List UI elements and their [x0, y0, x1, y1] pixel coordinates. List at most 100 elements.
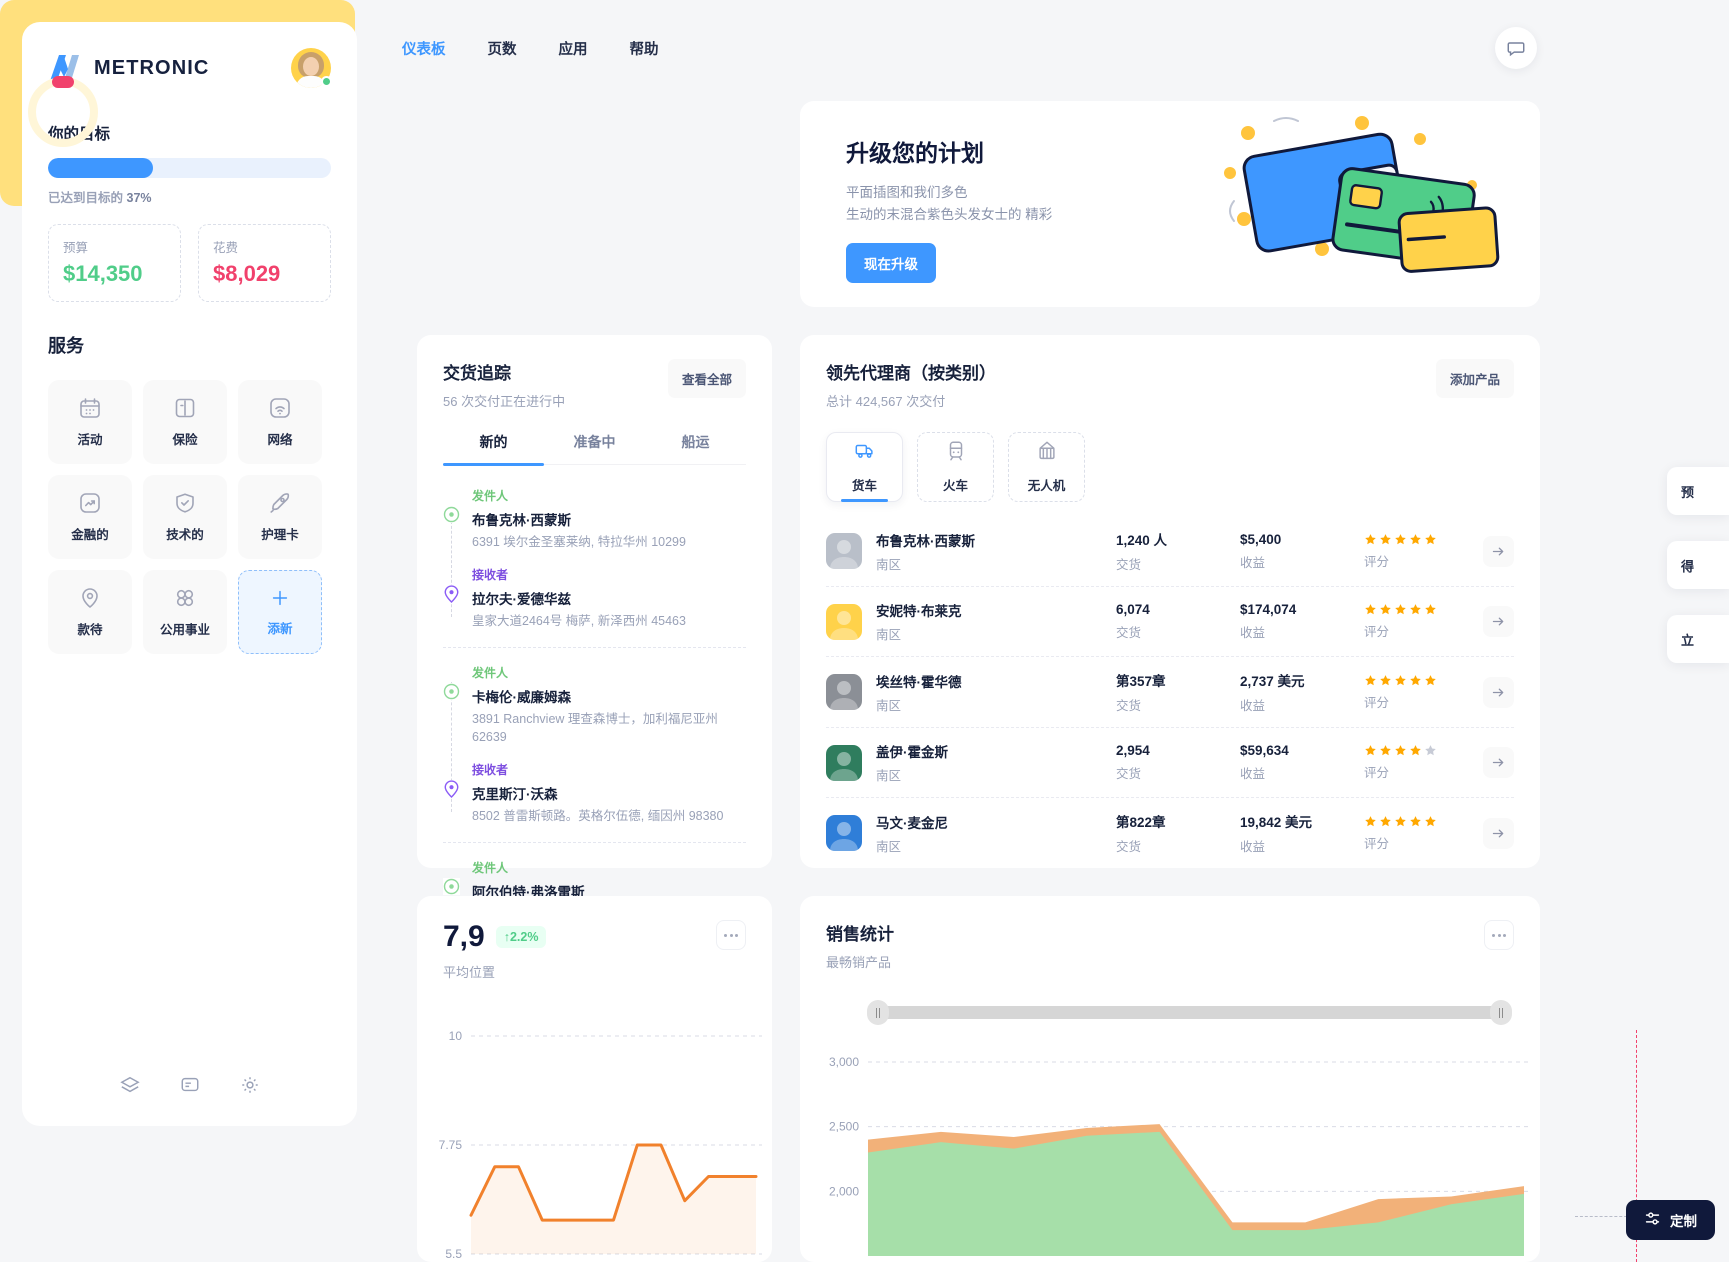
nav-item-帮助[interactable]: 帮助 — [628, 34, 661, 63]
segment-无人机[interactable]: 无人机 — [1008, 432, 1085, 502]
star-icon — [1365, 674, 1376, 685]
service-tile-公用事业[interactable]: 公用事业 — [143, 570, 227, 654]
service-tile-护理卡[interactable]: 护理卡 — [238, 475, 322, 559]
nav-item-页数[interactable]: 页数 — [486, 34, 519, 63]
agent-row[interactable]: 安妮特·布莱克 南区 6,074 交货 $174,074 收益 评分 — [826, 586, 1514, 656]
agent-identity: 盖伊·霍金斯 南区 — [876, 741, 1116, 784]
service-tile-label: 金融的 — [71, 528, 109, 542]
upgrade-content: 升级您的计划 平面插图和我们多色 生动的末混合紫色头发女士的 精彩 现在升级 — [800, 101, 1540, 283]
train-icon — [945, 440, 967, 467]
nav-item-仪表板[interactable]: 仪表板 — [400, 34, 448, 63]
delivery-sender-item[interactable]: 发件人 布鲁克林·西蒙斯 6391 埃尔金圣塞莱纳, 特拉华州 10299 — [443, 487, 746, 552]
agent-rating-caption: 评分 — [1364, 836, 1390, 851]
star-icon — [1395, 815, 1406, 826]
nav-item-应用[interactable]: 应用 — [557, 34, 590, 63]
star-icon — [1380, 745, 1391, 756]
view-all-button[interactable]: 查看全部 — [667, 359, 746, 398]
segment-火车[interactable]: 火车 — [917, 432, 994, 502]
agent-detail-arrow-icon[interactable] — [1483, 676, 1514, 708]
agent-revenue-caption: 收益 — [1240, 699, 1266, 713]
star-icon — [1365, 533, 1376, 544]
upgrade-now-button[interactable]: 现在升级 — [846, 242, 936, 283]
delivery-receiver-item[interactable]: 接收者 拉尔夫·爱德华兹 皇家大道2464号 梅萨, 新泽西州 45463 — [443, 566, 746, 631]
service-tile-添新[interactable]: 添新 — [238, 570, 322, 654]
position-more-icon[interactable] — [716, 920, 746, 950]
svg-text:7.75: 7.75 — [439, 1138, 463, 1152]
service-tile-label: 网络 — [267, 433, 293, 447]
star-icon — [1380, 533, 1391, 544]
average-position-chart: 10 7.75 5.5 — [417, 1002, 772, 1262]
service-tile-活动[interactable]: 活动 — [48, 380, 132, 464]
truck-icon — [854, 440, 876, 467]
message-icon[interactable] — [180, 1075, 200, 1100]
budget-value: $14,350 — [63, 261, 143, 286]
receiver-name: 拉尔夫·爱德华兹 — [472, 591, 571, 607]
agent-deliveries-value: 6,074 — [1116, 602, 1150, 617]
sender-marker-icon — [443, 682, 460, 700]
delivery-track-list: 发件人 布鲁克林·西蒙斯 6391 埃尔金圣塞莱纳, 特拉华州 10299 接收者 拉尔… — [443, 487, 746, 917]
edge-panel-1[interactable]: 预 — [1667, 467, 1729, 515]
agent-row[interactable]: 布鲁克林·西蒙斯 南区 1,240 人交货 $5,400 收益 评分 — [826, 516, 1514, 586]
agent-row[interactable]: 盖伊·霍金斯 南区 2,954 交货 $59,634 收益 评分 — [826, 727, 1514, 797]
agent-rating-cell: 评分 — [1364, 815, 1476, 852]
service-tile-技术的[interactable]: 技术的 — [143, 475, 227, 559]
service-tile-网络[interactable]: 网络 — [238, 380, 322, 464]
customize-button[interactable]: 定制 — [1626, 1200, 1715, 1240]
sender-marker-icon — [443, 877, 460, 895]
slider-handle-right[interactable] — [1490, 1000, 1512, 1025]
layers-icon[interactable] — [119, 1075, 140, 1100]
edge-panel-3[interactable]: 立 — [1667, 615, 1729, 663]
service-tile-款待[interactable]: 款待 — [48, 570, 132, 654]
service-tile-保险[interactable]: 保险 — [143, 380, 227, 464]
segment-货车[interactable]: 货车 — [826, 432, 903, 502]
sales-range-slider[interactable] — [867, 1000, 1512, 1025]
delivery-tabs: 新的 准备中 船运 — [443, 432, 746, 466]
sales-title: 销售统计 — [826, 925, 894, 944]
agent-revenue-caption: 收益 — [1240, 626, 1266, 640]
delivery-tab-新的[interactable]: 新的 — [443, 432, 544, 466]
sidebar-header: METRONIC — [48, 48, 332, 88]
agent-detail-arrow-icon[interactable] — [1483, 817, 1514, 849]
agent-star-rating — [1364, 674, 1476, 687]
position-subtitle: 平均位置 — [443, 965, 496, 980]
chat-icon[interactable] — [1495, 27, 1537, 69]
service-tile-金融的[interactable]: 金融的 — [48, 475, 132, 559]
agent-rating-cell: 评分 — [1364, 603, 1476, 640]
slider-handle-left[interactable] — [867, 1000, 889, 1025]
agent-rating-caption: 评分 — [1364, 554, 1390, 569]
edge-panel-2[interactable]: 得 — [1667, 541, 1729, 589]
agent-rating-cell: 评分 — [1364, 744, 1476, 781]
service-tile-label: 公用事业 — [159, 623, 210, 637]
sales-more-icon[interactable] — [1484, 920, 1514, 950]
gear-icon[interactable] — [240, 1075, 260, 1100]
shield-book-icon — [173, 396, 197, 420]
delivery-sender-item[interactable]: 发件人 阿尔伯特·弗洛雷斯 — [443, 859, 746, 901]
avatar[interactable] — [291, 48, 332, 88]
agent-identity: 布鲁克林·西蒙斯 南区 — [876, 530, 1116, 573]
services-title: 服务 — [48, 336, 84, 356]
delivery-tab-准备中[interactable]: 准备中 — [544, 432, 645, 464]
delivery-sender-item[interactable]: 发件人 卡梅伦·威廉姆森 3891 Ranchview 理查森博士，加利福尼亚州 6… — [443, 664, 746, 748]
delivery-tab-船运[interactable]: 船运 — [645, 432, 746, 464]
upgrade-desc-line-1: 平面插图和我们多色 — [846, 185, 968, 200]
slider-track[interactable] — [867, 1006, 1512, 1019]
segment-label: 无人机 — [1027, 479, 1066, 493]
agent-zone: 南区 — [876, 839, 902, 854]
customize-label: 定制 — [1670, 1214, 1697, 1229]
agent-row[interactable]: 埃丝特·霍华德 南区 第357章 交货 2,737 美元 收益 评分 — [826, 656, 1514, 727]
map-pin-icon — [78, 586, 102, 610]
calendar-icon — [78, 396, 102, 420]
add-product-button[interactable]: 添加产品 — [1435, 359, 1514, 398]
agent-detail-arrow-icon[interactable] — [1483, 606, 1514, 637]
agent-row[interactable]: 马文·麦金尼 南区 第822章 交货 19,842 美元 收益 评分 — [826, 797, 1514, 868]
agent-detail-arrow-icon[interactable] — [1483, 747, 1514, 778]
svg-text:3,000: 3,000 — [829, 1055, 859, 1069]
goal-progress-label: 已达到目标的 37% — [48, 187, 331, 206]
delivery-receiver-item[interactable]: 接收者 克里斯汀·沃森 8502 普雷斯顿路。英格尔伍德, 缅因州 98380 — [443, 761, 746, 826]
agent-identity: 马文·麦金尼 南区 — [876, 812, 1116, 855]
budget-spent-row: 预算 $14,350 花费 $8,029 — [48, 224, 331, 302]
agent-detail-arrow-icon[interactable] — [1483, 535, 1514, 567]
spent-label: 花费 — [213, 241, 239, 255]
agents-table: 布鲁克林·西蒙斯 南区 1,240 人交货 $5,400 收益 评分 安妮特·布莱克 南区 6,… — [826, 516, 1514, 868]
delivery-subtitle: 56 次交付正在进行中 — [443, 394, 566, 409]
